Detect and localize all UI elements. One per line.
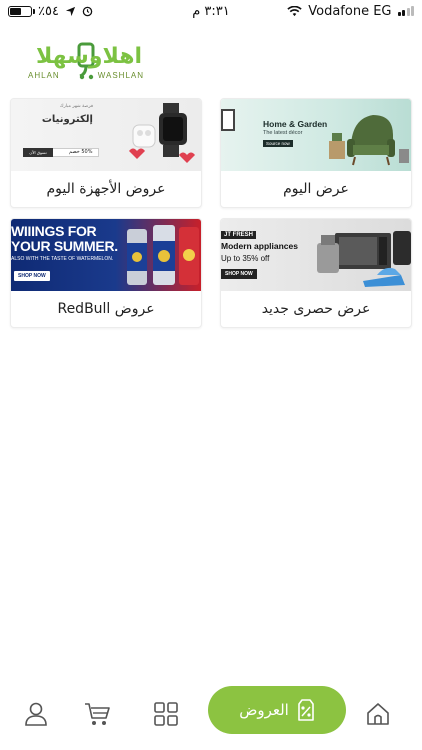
banner-title: Home & Garden	[263, 119, 328, 129]
redbull-cans-illustration	[127, 225, 199, 285]
status-time: ٣:٣١ م	[192, 3, 230, 19]
offer-card-redbull[interactable]: WIIINGS FOR YOUR SUMMER. ALSO WITH THE T…	[10, 218, 202, 328]
banner-title: إلكترونيات	[41, 114, 93, 125]
banner-title-line2: YOUR SUMMER.	[11, 238, 118, 254]
banner-subtitle: Up to 35% off	[221, 254, 270, 263]
nav-home[interactable]	[362, 698, 394, 730]
offers-icon	[298, 699, 314, 721]
appliances-illustration	[317, 231, 411, 287]
status-left: ٪٥٤	[8, 4, 93, 19]
banner-title: Modern appliances	[221, 241, 298, 251]
nav-categories[interactable]	[150, 698, 182, 730]
banner-tag: JT FRESH	[221, 231, 257, 239]
logo-en-left: AHLAN	[28, 71, 60, 80]
banner-title: WIIINGS FOR YOUR SUMMER.	[11, 224, 118, 254]
logo-en-right: WASHLAN	[97, 71, 144, 80]
picture-frame-shape	[221, 109, 235, 131]
battery-icon	[8, 5, 35, 17]
nav-cart[interactable]	[82, 698, 114, 730]
banner-subtitle: ALSO WITH THE TASTE OF WATERMELON.	[11, 256, 114, 262]
banner-button: Source now	[263, 140, 293, 147]
alarm-icon	[82, 6, 93, 16]
offer-label: عرض اليوم	[283, 181, 349, 197]
offer-card-devices[interactable]: فرصة شهر مبارك إلكترونيات تسوق الآن 50% …	[10, 98, 202, 208]
cart-icon	[85, 703, 110, 725]
battery-percent: ٪٥٤	[38, 3, 59, 19]
carrier-name: Vodafone EG	[308, 3, 392, 19]
logo-english-text: AHLAN WASHLAN	[28, 71, 144, 80]
home-icon	[367, 703, 389, 725]
offer-banner-appliances: JT FRESH Modern appliances Up to 35% off…	[221, 219, 411, 291]
offer-label: عرض حصرى جديد	[261, 301, 371, 317]
app-logo: اهلاوسهلا AHLAN WASHLAN	[28, 42, 144, 82]
offer-card-exclusive[interactable]: JT FRESH Modern appliances Up to 35% off…	[220, 218, 412, 328]
banner-button: SHOP NOW	[221, 269, 257, 279]
profile-icon	[25, 702, 47, 726]
offer-card-today[interactable]: Home & Garden The latest décor Source no…	[220, 98, 412, 208]
categories-icon	[154, 702, 178, 726]
offers-grid: Home & Garden The latest décor Source no…	[10, 98, 412, 328]
banner-subtitle: The latest décor	[263, 130, 303, 136]
armchair-illustration	[329, 115, 409, 166]
smartwatch-illustration	[129, 103, 195, 163]
offer-banner-redbull: WIIINGS FOR YOUR SUMMER. ALSO WITH THE T…	[11, 219, 201, 291]
logo-arabic-text: اهلاوسهلا	[35, 44, 142, 69]
status-bar: ٪٥٤ ٣:٣١ م Vodafone EG	[0, 0, 422, 22]
offer-banner-electronics: فرصة شهر مبارك إلكترونيات تسوق الآن 50% …	[11, 99, 201, 171]
nav-offers[interactable]: العروض	[208, 686, 346, 734]
status-right: Vodafone EG	[287, 4, 414, 19]
offer-label: عروض RedBull	[57, 301, 155, 317]
offer-label: عروض الأجهزة اليوم	[46, 181, 166, 197]
banner-button: SHOP NOW	[14, 271, 50, 281]
location-arrow-icon	[65, 6, 76, 16]
banner-discount: 50% خصم	[69, 149, 93, 155]
nav-profile[interactable]	[20, 698, 52, 730]
wifi-icon	[287, 5, 302, 16]
bottom-navigation: العروض	[0, 682, 422, 750]
signal-icon	[397, 6, 414, 16]
banner-button: تسوق الآن	[23, 148, 53, 157]
offer-banner-home-garden: Home & Garden The latest décor Source no…	[221, 99, 411, 171]
banner-title-line1: WIIINGS FOR	[11, 223, 97, 239]
nav-offers-label: العروض	[239, 701, 289, 719]
banner-small-text: فرصة شهر مبارك	[59, 104, 93, 109]
